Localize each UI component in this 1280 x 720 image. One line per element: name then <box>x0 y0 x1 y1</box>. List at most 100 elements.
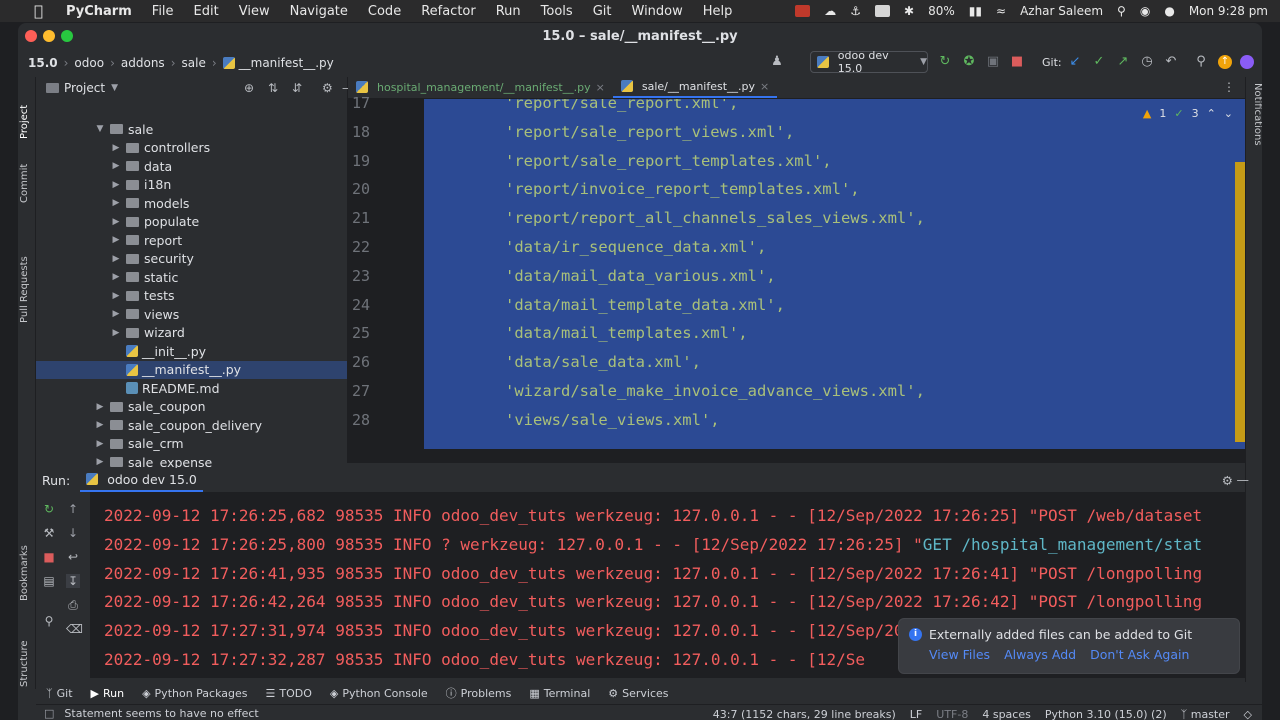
wrench-icon[interactable]: ⚒ <box>42 526 56 540</box>
view-files-link[interactable]: View Files <box>929 647 990 662</box>
tree-folder[interactable]: ▶ sale_coupon <box>36 398 347 417</box>
tree-folder[interactable]: ▶ data <box>36 157 347 176</box>
layout-icon[interactable]: ▤ <box>42 574 56 588</box>
tool-problems[interactable]: ⓘ Problems <box>446 685 512 701</box>
breadcrumb-project[interactable]: 15.0 <box>28 56 58 70</box>
battery-icon[interactable]: ▮▮ <box>969 4 982 18</box>
print-icon[interactable]: ⎙ <box>66 598 80 612</box>
spotlight-search-icon[interactable]: ⚲ <box>1117 4 1126 18</box>
rerun-icon[interactable]: ↻ <box>938 55 952 69</box>
tree-folder[interactable]: ▶ views <box>36 305 347 324</box>
tab-sale-manifest[interactable]: sale/__manifest__.py × <box>612 76 778 98</box>
tree-folder[interactable]: ▶ security <box>36 250 347 269</box>
commit-tool-tab[interactable]: Commit <box>19 151 35 203</box>
chevron-right-icon[interactable]: ▶ <box>110 235 122 245</box>
tree-file[interactable]: __manifest__.py <box>36 360 347 379</box>
tool-python-packages[interactable]: ◈ Python Packages <box>142 687 247 700</box>
indent-setting[interactable]: 4 spaces <box>982 708 1031 720</box>
chevron-right-icon[interactable]: ▶ <box>110 328 122 338</box>
record-icon[interactable] <box>795 5 811 17</box>
chevron-right-icon[interactable]: ▶ <box>94 439 106 449</box>
tree-folder[interactable]: ▶ controllers <box>36 139 347 158</box>
chevron-right-icon[interactable]: ▶ <box>110 309 122 319</box>
tool-python-console[interactable]: ◈ Python Console <box>330 687 428 700</box>
ide-update-icon[interactable]: ↑ <box>1218 55 1232 69</box>
menu-app-name[interactable]: PyCharm <box>66 4 132 19</box>
chevron-right-icon[interactable]: ▶ <box>94 457 106 467</box>
menu-navigate[interactable]: Navigate <box>290 4 348 19</box>
chevron-down-icon[interactable]: ▼ <box>94 124 106 134</box>
tree-folder[interactable]: ▶ static <box>36 268 347 287</box>
git-update-icon[interactable]: ↙ <box>1068 55 1082 69</box>
wifi-icon[interactable]: ≈ <box>996 4 1006 18</box>
history-icon[interactable]: ◷ <box>1140 55 1154 69</box>
expand-all-icon[interactable]: ⇅ <box>268 81 278 95</box>
status-panel-icon[interactable]: □ <box>44 707 54 720</box>
menu-git[interactable]: Git <box>593 4 612 19</box>
tree-folder[interactable]: ▶ tests <box>36 287 347 306</box>
line-separator[interactable]: LF <box>910 708 922 720</box>
menu-file[interactable]: File <box>152 4 174 19</box>
pull-requests-tool-tab[interactable]: Pull Requests <box>19 225 35 323</box>
menu-edit[interactable]: Edit <box>194 4 219 19</box>
chevron-right-icon[interactable]: ▶ <box>110 143 122 153</box>
stop-icon[interactable]: ■ <box>1010 55 1024 69</box>
caret-position[interactable]: 43:7 (1152 chars, 29 line breaks) <box>713 708 896 720</box>
chevron-right-icon[interactable]: ▶ <box>94 420 106 430</box>
menu-view[interactable]: View <box>239 4 270 19</box>
project-panel-title[interactable]: Project <box>64 81 105 95</box>
run-configuration-select[interactable]: odoo dev 15.0 ▼ <box>810 49 928 75</box>
minimize-window-button[interactable] <box>43 30 55 42</box>
pin-icon[interactable]: ⚲ <box>42 614 56 628</box>
chevron-up-icon[interactable]: ⌃ <box>1207 107 1216 120</box>
bluetooth-icon[interactable]: ✱ <box>904 4 914 18</box>
close-window-button[interactable] <box>25 30 37 42</box>
siri-icon[interactable]: ● <box>1164 4 1174 18</box>
bookmarks-tool-tab[interactable]: Bookmarks <box>19 523 35 601</box>
breadcrumb-sale[interactable]: sale <box>182 56 206 70</box>
close-icon[interactable]: × <box>596 81 605 94</box>
notifications-tool-tab[interactable]: Notifications <box>1247 83 1262 187</box>
rollback-icon[interactable]: ↶ <box>1164 55 1178 69</box>
git-push-icon[interactable]: ↗ <box>1116 55 1130 69</box>
control-center-icon[interactable]: ◉ <box>1140 4 1150 18</box>
debug-icon[interactable]: ✪ <box>962 55 976 69</box>
down-icon[interactable]: ↓ <box>66 526 80 540</box>
chevron-right-icon[interactable]: ▶ <box>110 198 122 208</box>
tab-hospital-manifest[interactable]: hospital_management/__manifest__.py × <box>348 76 613 98</box>
chevron-right-icon[interactable]: ▶ <box>110 161 122 171</box>
chevron-right-icon[interactable]: ▶ <box>110 217 122 227</box>
tool-terminal[interactable]: ▦ Terminal <box>529 687 590 700</box>
scroll-to-end-icon[interactable]: ↧ <box>66 574 80 588</box>
hide-panel-icon[interactable]: — <box>1237 472 1250 487</box>
tool-services[interactable]: ⚙ Services <box>608 687 668 700</box>
keyboard-layout-icon[interactable] <box>875 5 891 17</box>
soft-wrap-icon[interactable]: ↩ <box>66 550 80 564</box>
chevron-down-icon[interactable]: ⌄ <box>1224 107 1233 120</box>
gear-icon[interactable]: ⚙ <box>1222 473 1233 488</box>
cloud-icon[interactable]: ☁ <box>824 4 836 18</box>
tree-folder[interactable]: ▶ wizard <box>36 324 347 343</box>
always-add-link[interactable]: Always Add <box>1004 647 1076 662</box>
breadcrumb-addons[interactable]: addons <box>121 56 165 70</box>
tree-file[interactable]: __init__.py <box>36 342 347 361</box>
tree-file[interactable]: README.md <box>36 379 347 398</box>
rerun-icon[interactable]: ↻ <box>42 502 56 516</box>
gear-icon[interactable]: ⚙ <box>322 81 333 95</box>
more-tabs-icon[interactable]: ⋮ <box>1223 80 1235 94</box>
structure-tool-tab[interactable]: Structure <box>19 615 35 687</box>
chevron-down-icon[interactable]: ▼ <box>111 83 118 93</box>
chevron-right-icon[interactable]: ▶ <box>110 291 122 301</box>
menu-help[interactable]: Help <box>703 4 733 19</box>
chevron-right-icon[interactable]: ▶ <box>110 180 122 190</box>
zoom-window-button[interactable] <box>61 30 73 42</box>
tool-todo[interactable]: ☰ TODO <box>266 687 312 700</box>
breadcrumb-odoo[interactable]: odoo <box>74 56 104 70</box>
clock[interactable]: Mon 9:28 pm <box>1189 4 1268 18</box>
chevron-right-icon[interactable]: ▶ <box>110 272 122 282</box>
close-icon[interactable]: × <box>760 80 769 93</box>
trash-icon[interactable]: ⌫ <box>66 622 83 636</box>
editor-scrollbar[interactable] <box>1235 162 1245 442</box>
tree-folder[interactable]: ▶ models <box>36 194 347 213</box>
menu-run[interactable]: Run <box>496 4 521 19</box>
